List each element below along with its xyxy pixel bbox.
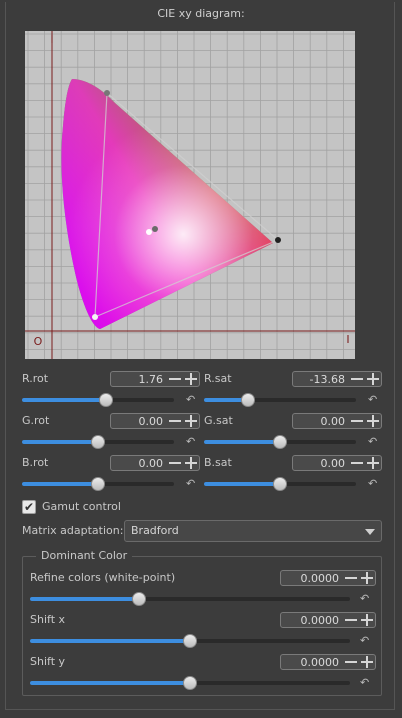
b-rot-slider-handle[interactable] — [91, 477, 105, 491]
reset-arrow-icon[interactable]: ↶ — [368, 478, 380, 489]
b-rot-value[interactable]: 0.00 — [111, 457, 167, 470]
dominant-color-title: Dominant Color — [36, 549, 133, 562]
plus-icon[interactable] — [183, 455, 199, 471]
g-rot-slider-fill — [22, 440, 98, 444]
b-sat-slider[interactable] — [204, 477, 356, 491]
reset-arrow-icon[interactable]: ↶ — [186, 478, 198, 489]
cie-xy-diagram[interactable]: O I I — [25, 31, 355, 359]
minus-icon[interactable] — [167, 371, 183, 387]
g-sat-slider[interactable] — [204, 435, 356, 449]
refine-colors-slider-fill — [30, 597, 139, 601]
plus-icon[interactable] — [359, 612, 375, 628]
g-sat-spinbox[interactable]: 0.00 — [292, 413, 382, 429]
refine-colors-value[interactable]: 0.0000 — [281, 572, 343, 585]
r-rot-value[interactable]: 1.76 — [111, 373, 167, 386]
minus-icon[interactable] — [167, 455, 183, 471]
refine-colors-slider-handle[interactable] — [131, 592, 146, 606]
minus-icon[interactable] — [167, 413, 183, 429]
minus-icon[interactable] — [343, 612, 359, 628]
shift-y-slider-handle[interactable] — [183, 676, 197, 690]
g-rot-value[interactable]: 0.00 — [111, 415, 167, 428]
b-rot-spinbox[interactable]: 0.00 — [110, 455, 200, 471]
minus-icon[interactable] — [343, 654, 359, 670]
check-icon: ✔ — [23, 500, 35, 514]
shift-x-slider-handle[interactable] — [183, 634, 197, 648]
shift-x-spinbox[interactable]: 0.0000 — [280, 612, 376, 628]
g-sat-label: G.sat — [204, 414, 233, 427]
g-rot-spinbox[interactable]: 0.00 — [110, 413, 200, 429]
y-axis-end-marker: I — [50, 33, 53, 46]
minus-icon[interactable] — [349, 371, 365, 387]
r-sat-value[interactable]: -13.68 — [293, 373, 349, 386]
reset-arrow-icon[interactable]: ↶ — [360, 677, 372, 688]
g-rot-slider-handle[interactable] — [91, 435, 105, 449]
matrix-adaptation-value: Bradford — [131, 524, 179, 537]
x-axis-end-marker: I — [346, 333, 349, 346]
refine-colors-slider[interactable] — [30, 592, 350, 606]
plus-icon[interactable] — [359, 654, 375, 670]
b-rot-label: B.rot — [22, 456, 49, 469]
shift-x-slider-fill — [30, 639, 190, 643]
matrix-adaptation-label: Matrix adaptation: — [22, 524, 124, 537]
b-rot-slider[interactable] — [22, 477, 174, 491]
plus-icon[interactable] — [183, 371, 199, 387]
b-sat-slider-handle[interactable] — [273, 477, 287, 491]
g-rot-slider[interactable] — [22, 435, 174, 449]
shift-y-label: Shift y — [30, 655, 66, 668]
origin-marker: O — [34, 335, 43, 348]
white-point-reference — [152, 226, 158, 232]
g-rot-label: G.rot — [22, 414, 50, 427]
reset-arrow-icon[interactable]: ↶ — [186, 394, 198, 405]
shift-y-slider[interactable] — [30, 676, 350, 690]
diagram-title: CIE xy diagram: — [157, 7, 245, 20]
chevron-down-icon — [365, 529, 375, 535]
b-sat-spinbox[interactable]: 0.00 — [292, 455, 382, 471]
plus-icon[interactable] — [359, 570, 375, 586]
minus-icon[interactable] — [349, 455, 365, 471]
g-sat-value[interactable]: 0.00 — [293, 415, 349, 428]
refine-colors-spinbox[interactable]: 0.0000 — [280, 570, 376, 586]
b-sat-label: B.sat — [204, 456, 232, 469]
b-sat-slider-fill — [204, 482, 280, 486]
plus-icon[interactable] — [365, 455, 381, 471]
r-sat-spinbox[interactable]: -13.68 — [292, 371, 382, 387]
white-point-handle[interactable] — [146, 229, 152, 235]
refine-colors-label: Refine colors (white-point) — [30, 571, 176, 584]
shift-y-value[interactable]: 0.0000 — [281, 656, 343, 669]
reset-arrow-icon[interactable]: ↶ — [360, 635, 372, 646]
gamut-control-label: Gamut control — [42, 500, 121, 513]
minus-icon[interactable] — [343, 570, 359, 586]
g-sat-slider-handle[interactable] — [273, 435, 287, 449]
reset-arrow-icon[interactable]: ↶ — [186, 436, 198, 447]
r-sat-label: R.sat — [204, 372, 232, 385]
plus-icon[interactable] — [183, 413, 199, 429]
matrix-adaptation-dropdown[interactable]: Bradford — [124, 520, 382, 542]
shift-x-label: Shift x — [30, 613, 66, 626]
r-rot-slider[interactable] — [22, 393, 174, 407]
g-sat-slider-fill — [204, 440, 280, 444]
b-rot-slider-fill — [22, 482, 98, 486]
shift-x-slider[interactable] — [30, 634, 350, 648]
b-sat-value[interactable]: 0.00 — [293, 457, 349, 470]
r-sat-slider[interactable] — [204, 393, 356, 407]
r-sat-slider-handle[interactable] — [241, 393, 256, 407]
minus-icon[interactable] — [349, 413, 365, 429]
r-rot-label: R.rot — [22, 372, 49, 385]
shift-y-spinbox[interactable]: 0.0000 — [280, 654, 376, 670]
shift-y-slider-fill — [30, 681, 190, 685]
red-primary-handle[interactable] — [275, 237, 281, 243]
plus-icon[interactable] — [365, 413, 381, 429]
reset-arrow-icon[interactable]: ↶ — [368, 436, 380, 447]
r-rot-spinbox[interactable]: 1.76 — [110, 371, 200, 387]
reset-arrow-icon[interactable]: ↶ — [368, 394, 380, 405]
r-rot-slider-fill — [22, 398, 106, 402]
reset-arrow-icon[interactable]: ↶ — [360, 593, 372, 604]
plus-icon[interactable] — [365, 371, 381, 387]
blue-primary-handle[interactable] — [92, 314, 98, 320]
green-primary-handle[interactable] — [104, 90, 110, 96]
shift-x-value[interactable]: 0.0000 — [281, 614, 343, 627]
r-rot-slider-handle[interactable] — [98, 393, 113, 407]
gamut-control-checkbox[interactable]: ✔ — [22, 500, 36, 514]
